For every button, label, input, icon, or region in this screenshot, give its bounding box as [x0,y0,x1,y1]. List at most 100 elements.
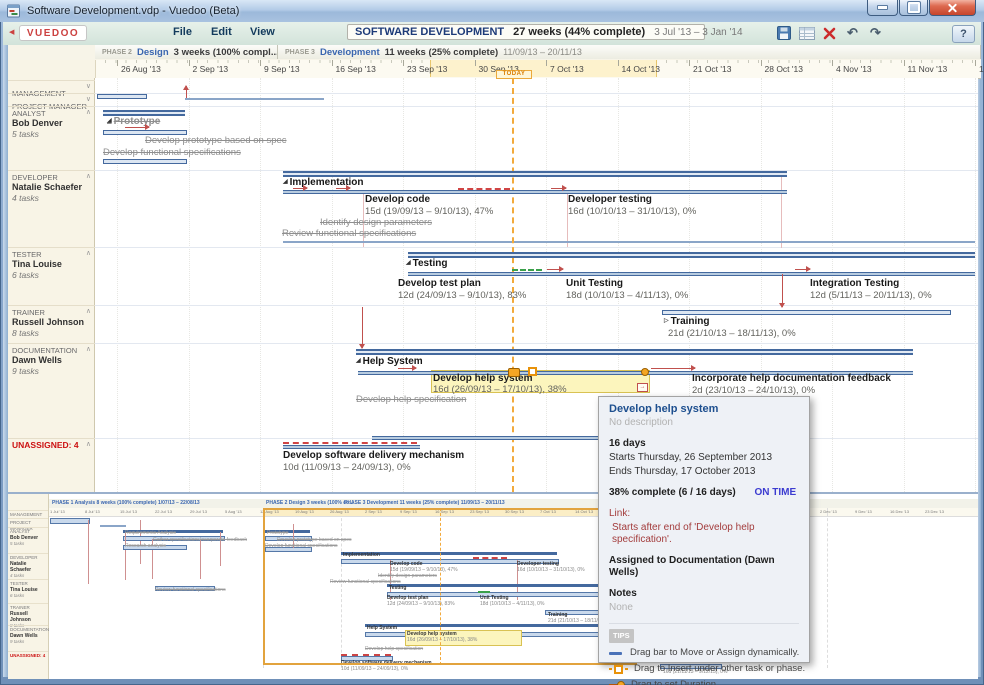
sidebar-row-tester[interactable]: TESTER Tina Louise 6 tasks ∧ [8,247,95,305]
overview-task-label: Review functional specifications [155,588,226,593]
task-bar-develop-code[interactable] [283,190,787,194]
overview-viewport[interactable] [263,508,637,665]
save-button[interactable] [775,25,792,41]
duration-handle-icon [609,681,625,685]
overview-sidebar-row[interactable]: UNASSIGNED: 4 [8,651,48,659]
task-details-develop-code: 15d (19/09/13 – 9/10/13), 47% [365,206,493,217]
overview-week-label: 23 Dec '13 [925,509,944,514]
chevron-down-icon[interactable]: ∨ [86,95,91,103]
chevron-up-icon[interactable]: ∧ [86,249,91,257]
move-bar-icon [609,652,624,655]
menu-file[interactable]: File [173,26,192,38]
chevron-up-icon[interactable]: ∧ [86,172,91,180]
redo-button[interactable]: ↷ [867,25,884,41]
ahead-marker [512,269,542,271]
group-label-training[interactable]: Training [664,316,710,327]
group-label-implementation[interactable]: Implementation [283,177,364,188]
week-label: 14 Oct '13 [622,64,660,74]
overview-bar[interactable] [88,520,89,584]
task-bar[interactable] [97,94,147,99]
overview-bar[interactable] [200,539,201,579]
sidebar-row-unassigned[interactable]: UNASSIGNED: 4 ∧ [8,438,95,492]
tip-text: Drag to Insert under other task or phase… [634,663,805,675]
phase-summary-bar-testing[interactable] [408,252,975,258]
delete-button[interactable] [821,25,838,41]
menu-edit[interactable]: Edit [211,26,232,38]
task-bar-training[interactable] [662,310,951,315]
undo-button[interactable]: ↶ [844,25,861,41]
task-label-develop-test-plan: Develop test plan [398,278,481,289]
task-details-incorporate-help-feedback: 2d (23/10/13 – 24/10/13), 0% [692,385,815,396]
minimize-button[interactable] [867,0,898,16]
maximize-button[interactable] [899,0,928,16]
insert-handle[interactable] [528,367,537,376]
logo-collapse-icon[interactable]: ◀ [9,28,14,36]
sidebar-row-analyst[interactable]: ANALYST Bob Denver 5 tasks ∧ [8,106,95,170]
help-button[interactable]: ? [952,25,975,43]
task-bar-develop-test-plan[interactable] [408,272,975,276]
sidebar-row-project-manager[interactable]: PROJECT MANAGER ∨ [8,93,95,106]
overview-sidebar-row[interactable]: MANAGEMENT [8,510,48,518]
window-title: Software Development.vdp - Vuedoo (Beta) [27,5,239,17]
gantt-chart[interactable]: Prototype Develop prototype based on spe… [95,78,978,492]
menu-view[interactable]: View [250,26,275,38]
sidebar-row-trainer[interactable]: TRAINER Russell Johnson 8 tasks ∧ [8,305,95,343]
overview-sidebar-row[interactable]: TESTERTina Louise6 tasks [8,579,48,599]
link-connector [293,188,307,189]
percent-complete-handle[interactable] [508,368,520,377]
sidebar-row-developer[interactable]: DEVELOPER Natalie Schaefer 4 tasks ∧ [8,170,95,247]
task-bar-develop-functional-specs[interactable] [103,159,187,164]
overview-sidebar-row[interactable]: ANALYSTBob Denver5 tasks [8,527,48,547]
tooltip-link-text: Starts after end of 'Develop help specif… [609,522,799,546]
week-tick [332,60,333,66]
task-boundary-line [781,172,782,248]
tooltip-tips-section: TIPS Drag bar to Move or Assign dynamica… [609,623,799,685]
sidebar-row-documentation[interactable]: DOCUMENTATION Dawn Wells 9 tasks ∧ [8,343,95,438]
group-label-testing[interactable]: Testing [406,258,447,269]
title-bar[interactable]: Software Development.vdp - Vuedoo (Beta) [0,0,984,22]
week-gridline [546,78,547,492]
week-label: 18 Nov '13 [979,64,984,74]
overview-week-label: 9 Dec '13 [855,509,872,514]
task-bar[interactable] [185,98,324,100]
chevron-up-icon[interactable]: ∧ [86,307,91,315]
phase-summary-bar-help-system[interactable] [356,349,913,355]
tooltip-complete: 38% complete (6 / 16 days) [609,487,736,498]
today-line [512,78,514,492]
chevron-up-icon[interactable]: ∧ [86,345,91,353]
group-label-prototype[interactable]: Prototype [107,116,160,127]
table-view-button[interactable] [798,25,815,41]
task-details-integration-testing: 12d (5/11/13 – 20/11/13), 0% [810,290,932,301]
add-link-handle[interactable] [637,383,648,392]
task-label-unit-testing: Unit Testing [566,278,623,289]
overview-sidebar: MANAGEMENTPROJECT MANAGERANALYSTBob Denv… [8,494,49,679]
project-summary[interactable]: SOFTWARE DEVELOPMENT 27 weeks (44% compl… [347,24,705,40]
overview-bar[interactable] [125,532,126,580]
phase-3-header[interactable]: PHASE 3 Development 11 weeks (25% comple… [278,45,981,59]
overview-sidebar-row[interactable]: DEVELOPERNatalie Schaefer4 tasks [8,553,48,579]
chevron-up-icon[interactable]: ∧ [86,440,91,448]
overview-bar[interactable] [50,518,90,524]
phase-3-dates: 11/09/13 – 20/11/13 [503,47,582,57]
sidebar-row-management[interactable]: MANAGEMENT ∨ [8,80,95,93]
task-label-develop-delivery: Develop software delivery mechanism [283,450,464,461]
timeline-header[interactable]: 26 Aug '132 Sep '139 Sep '1316 Sep '1323… [8,60,981,79]
project-overview-panel[interactable]: PHASE 1 Analysis 8 weeks (100% complete)… [8,492,978,679]
resource-sidebar: MANAGEMENT ∨ PROJECT MANAGER ∨ ANALYST B… [8,78,95,492]
vuedoo-logo[interactable]: VUEDOO [19,25,87,41]
overview-sidebar-row[interactable]: DOCUMENTATIONDawn Wells9 tasks [8,625,48,645]
chevron-up-icon[interactable]: ∧ [86,108,91,116]
timeline-corner [8,60,96,78]
task-label-review-functional-specs: Review functional specifications [282,228,416,239]
duration-handle[interactable] [641,368,649,376]
chevron-down-icon[interactable]: ∨ [86,82,91,90]
close-button[interactable] [929,0,976,16]
overview-bar[interactable] [100,525,126,527]
overview-bar[interactable] [140,520,141,564]
task-bar[interactable] [372,436,602,440]
tooltip-title: Develop help system [609,403,799,415]
phase-2-header[interactable]: PHASE 2 Design 3 weeks (100% compl... [95,45,278,59]
week-gridline [332,78,333,492]
link-connector [551,188,566,189]
task-bar-develop-delivery[interactable] [283,445,420,449]
